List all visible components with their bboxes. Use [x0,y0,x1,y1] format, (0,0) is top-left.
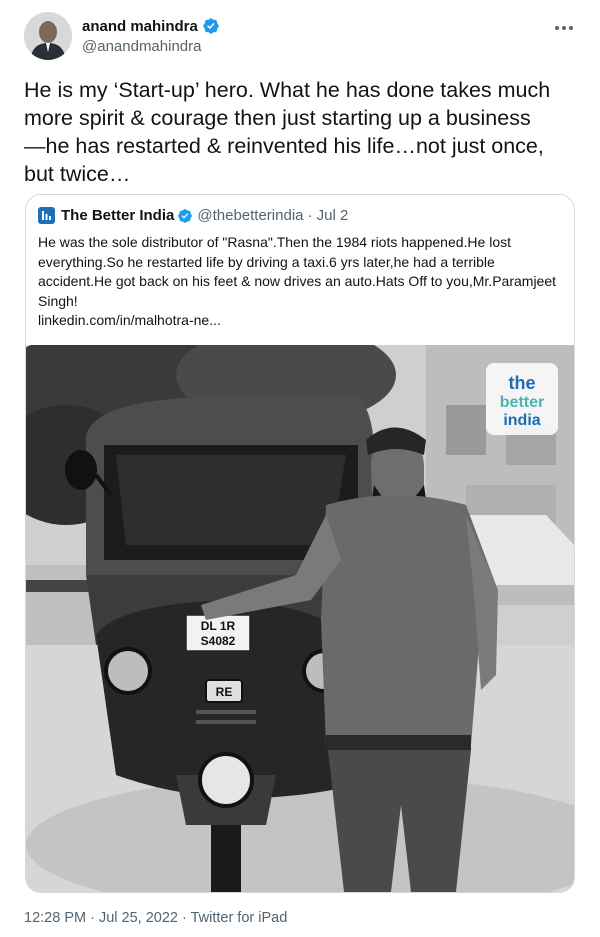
avatar[interactable] [24,12,72,60]
verified-badge-icon [178,208,193,223]
number-plate-line2: S4082 [201,634,236,648]
more-options-icon[interactable] [550,18,578,38]
verified-badge-icon [203,18,219,34]
quoted-author-handle[interactable]: @thebetterindia [197,207,303,224]
quoted-author-name[interactable]: The Better India [61,207,174,224]
watermark-line3: india [503,412,540,429]
tweet-timestamp[interactable]: 12:28 PM · Jul 25, 2022 · Twitter for iP… [24,910,287,926]
number-plate-line1: DL 1R [201,619,236,633]
vehicle-badge: RE [216,685,233,699]
quoted-date[interactable]: · Jul 2 [308,207,349,224]
author-name[interactable]: anand mahindra [82,18,198,35]
quoted-photo[interactable]: RE DL 1R S4082 the better india [26,345,574,892]
watermark-line2: better [500,394,544,411]
author-handle[interactable]: @anandmahindra [82,38,220,55]
the-better-india-logo-icon [38,207,55,224]
quoted-link[interactable]: linkedin.com/in/malhotra-ne... [38,311,558,331]
tweet-text: He is my ‘Start-up’ hero. What he has do… [24,78,551,186]
quoted-tweet-header: The Better India @thebetterindia · Jul 2 [38,207,348,224]
watermark-line1: the [509,373,536,393]
quoted-tweet[interactable]: The Better India @thebetterindia · Jul 2… [25,194,575,893]
quoted-tweet-text: He was the sole distributor of "Rasna".T… [38,233,558,331]
quoted-text-body: He was the sole distributor of "Rasna".T… [38,234,557,309]
tweet-author[interactable]: anand mahindra @anandmahindra [24,12,220,60]
